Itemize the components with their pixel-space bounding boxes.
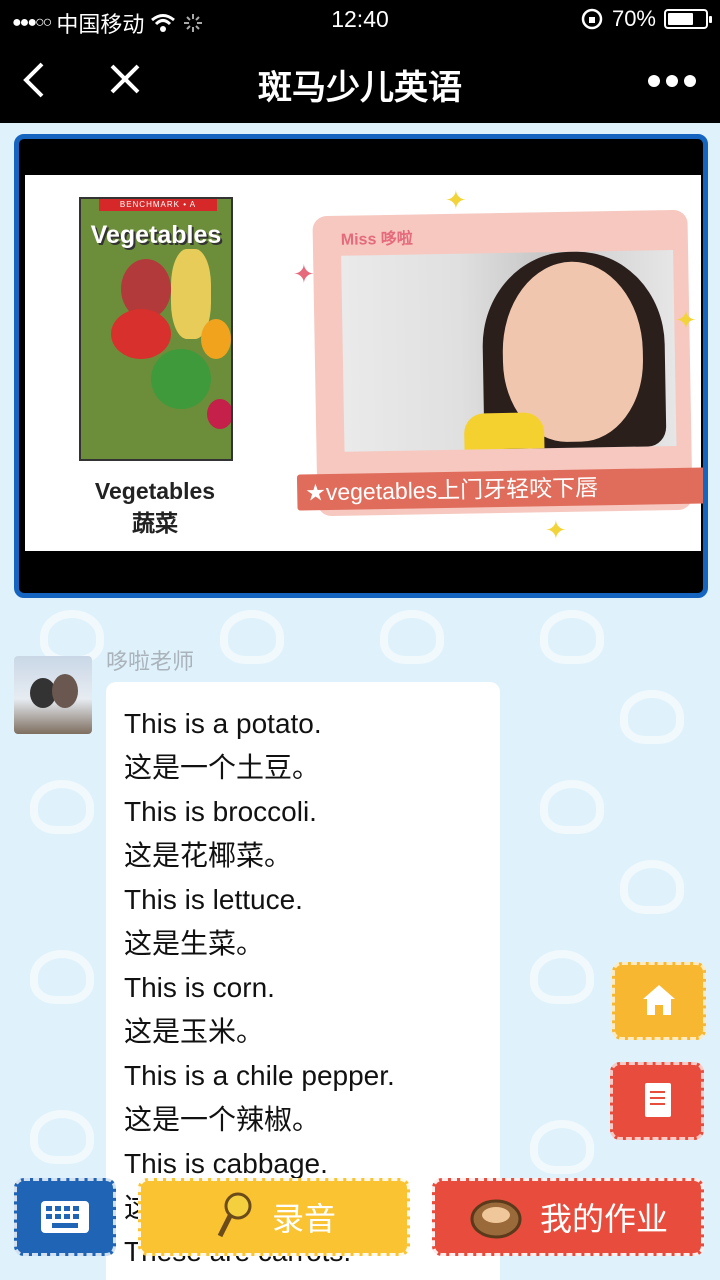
home-button[interactable] xyxy=(612,962,706,1040)
battery-percent: 70% xyxy=(611,6,656,31)
orientation-lock-icon xyxy=(581,8,603,30)
teacher-frame: Miss 哆啦 ★vegetables上门牙轻咬下唇 xyxy=(296,209,703,517)
microphone-icon xyxy=(217,1192,252,1238)
book-button[interactable] xyxy=(610,1062,704,1140)
background-pattern-icon xyxy=(620,690,684,744)
message-line: This is a potato. xyxy=(124,708,322,739)
navigation-bar: 斑马少儿英语 xyxy=(0,40,720,123)
book-cover: BENCHMARK • A Vegetables xyxy=(79,197,233,461)
book-series-band: BENCHMARK • A xyxy=(99,199,217,211)
message-line: This is corn. xyxy=(124,972,275,1003)
book-title-chinese: 蔬菜 xyxy=(132,510,178,536)
top-bar: ●●●○○ 中国移动 12:40 70% 斑马少儿英语 xyxy=(0,0,720,123)
teacher-avatar[interactable] xyxy=(14,656,92,734)
message-line: 这是玉米。 xyxy=(124,1016,265,1047)
message-line: This is lettuce. xyxy=(124,884,303,915)
book-title-english: Vegetables xyxy=(94,478,216,504)
keyboard-icon xyxy=(41,1201,89,1233)
message-line: 这是一个辣椒。 xyxy=(124,1104,321,1135)
my-homework-button[interactable]: 我的作业 xyxy=(432,1178,704,1256)
homework-icon xyxy=(470,1199,522,1239)
homework-label: 我的作业 xyxy=(539,1201,668,1237)
message-line: This is broccoli. xyxy=(124,796,317,827)
battery-icon xyxy=(664,9,712,29)
message-line: 这是一个土豆。 xyxy=(124,752,321,783)
background-pattern-icon xyxy=(380,610,444,664)
sender-name: 哆啦老师 xyxy=(106,649,195,674)
star-icon: ✦ xyxy=(445,185,467,215)
background-pattern-icon xyxy=(220,610,284,664)
background-pattern-icon xyxy=(620,860,684,914)
video-frame: BENCHMARK • A Vegetables Vegetables 蔬菜 M… xyxy=(25,175,703,551)
video-caption: ★vegetables上门牙轻咬下唇 xyxy=(296,467,703,511)
status-bar: ●●●○○ 中国移动 12:40 70% xyxy=(0,0,720,40)
message-line: 这是生菜。 xyxy=(124,928,265,959)
book-icon xyxy=(645,1083,671,1117)
more-options-icon[interactable] xyxy=(648,62,700,100)
background-pattern-icon xyxy=(530,1120,594,1174)
message-line: This is a chile pepper. xyxy=(124,1060,395,1091)
teacher-badge: Miss 哆啦 xyxy=(340,230,414,249)
message-line: 这是花椰菜。 xyxy=(124,840,293,871)
star-icon: ✦ xyxy=(675,305,697,335)
record-label: 录音 xyxy=(271,1201,336,1237)
teacher-photo xyxy=(341,250,677,452)
background-pattern-icon xyxy=(540,610,604,664)
book-cover-title: Vegetables xyxy=(90,221,222,249)
keyboard-button[interactable] xyxy=(14,1178,116,1256)
background-pattern-icon xyxy=(540,780,604,834)
page-title: 斑马少儿英语 xyxy=(258,69,462,107)
star-icon: ✦ xyxy=(545,515,567,545)
background-pattern-icon xyxy=(30,1110,94,1164)
book-label: Vegetables 蔬菜 xyxy=(55,475,255,539)
record-button[interactable]: 录音 xyxy=(138,1178,410,1256)
background-pattern-icon xyxy=(30,950,94,1004)
lesson-video-player[interactable]: BENCHMARK • A Vegetables Vegetables 蔬菜 M… xyxy=(14,134,708,598)
background-pattern-icon xyxy=(30,780,94,834)
background-pattern-icon xyxy=(530,950,594,1004)
star-icon: ✦ xyxy=(293,259,315,289)
home-icon xyxy=(643,985,675,1015)
